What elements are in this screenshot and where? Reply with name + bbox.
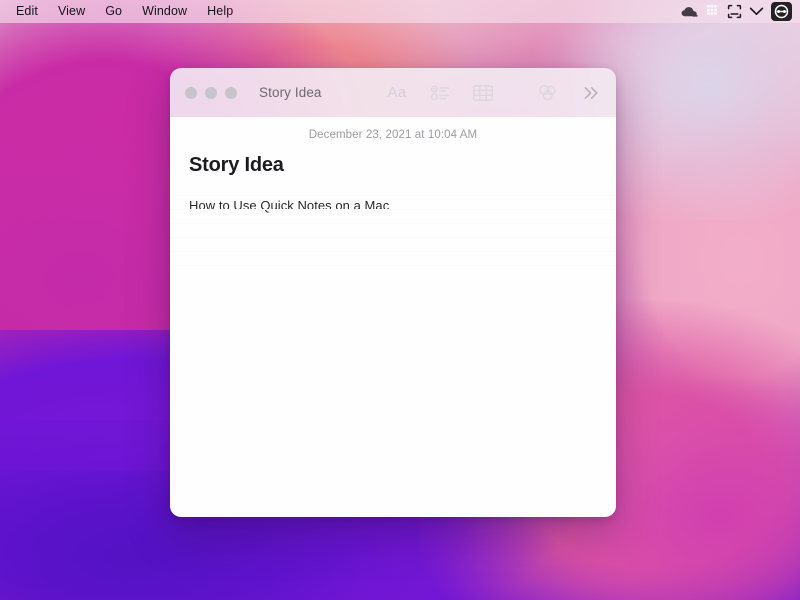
rule-line <box>170 251 616 252</box>
checklist-button[interactable] <box>429 82 451 104</box>
chevron-down-icon[interactable] <box>749 6 764 17</box>
traffic-lights <box>170 86 237 99</box>
minimize-button[interactable] <box>205 86 217 99</box>
cloud-upload-icon[interactable] <box>680 5 700 19</box>
grid-dots-icon[interactable] <box>707 5 720 18</box>
menu-bar-status-items <box>680 0 800 23</box>
menu-bar-items: Edit View Go Window Help <box>0 0 243 23</box>
screen-mirroring-icon[interactable] <box>727 4 742 19</box>
note-timestamp: December 23, 2021 at 10:04 AM <box>308 129 478 141</box>
control-center-icon[interactable] <box>771 2 792 21</box>
menu-edit[interactable]: Edit <box>6 0 48 23</box>
format-text-button[interactable]: Aa <box>386 82 408 104</box>
notes-window[interactable]: Story Idea Aa December 23, 2021 at 10:04… <box>170 68 616 517</box>
menu-help[interactable]: Help <box>197 0 243 23</box>
menu-window[interactable]: Window <box>132 0 197 23</box>
window-titlebar[interactable]: Story Idea Aa <box>170 68 616 117</box>
table-button[interactable] <box>472 82 494 104</box>
rule-line <box>170 195 616 196</box>
note-rule-lines <box>170 195 616 517</box>
note-title[interactable]: Story Idea <box>189 154 597 177</box>
window-title: Story Idea <box>259 85 322 100</box>
rule-line <box>170 209 616 210</box>
close-button[interactable] <box>185 86 197 99</box>
more-toolbar-button[interactable] <box>580 82 602 104</box>
share-collaborate-button[interactable] <box>537 82 559 104</box>
window-toolbar: Aa <box>386 82 616 104</box>
rule-line <box>170 223 616 224</box>
rule-line <box>170 237 616 238</box>
rule-line <box>170 265 616 266</box>
format-text-label: Aa <box>387 84 407 101</box>
zoom-button[interactable] <box>225 86 237 99</box>
menu-view[interactable]: View <box>48 0 95 23</box>
note-content-area[interactable]: December 23, 2021 at 10:04 AM Story Idea… <box>170 117 616 517</box>
menu-go[interactable]: Go <box>95 0 132 23</box>
menu-bar: Edit View Go Window Help <box>0 0 800 23</box>
